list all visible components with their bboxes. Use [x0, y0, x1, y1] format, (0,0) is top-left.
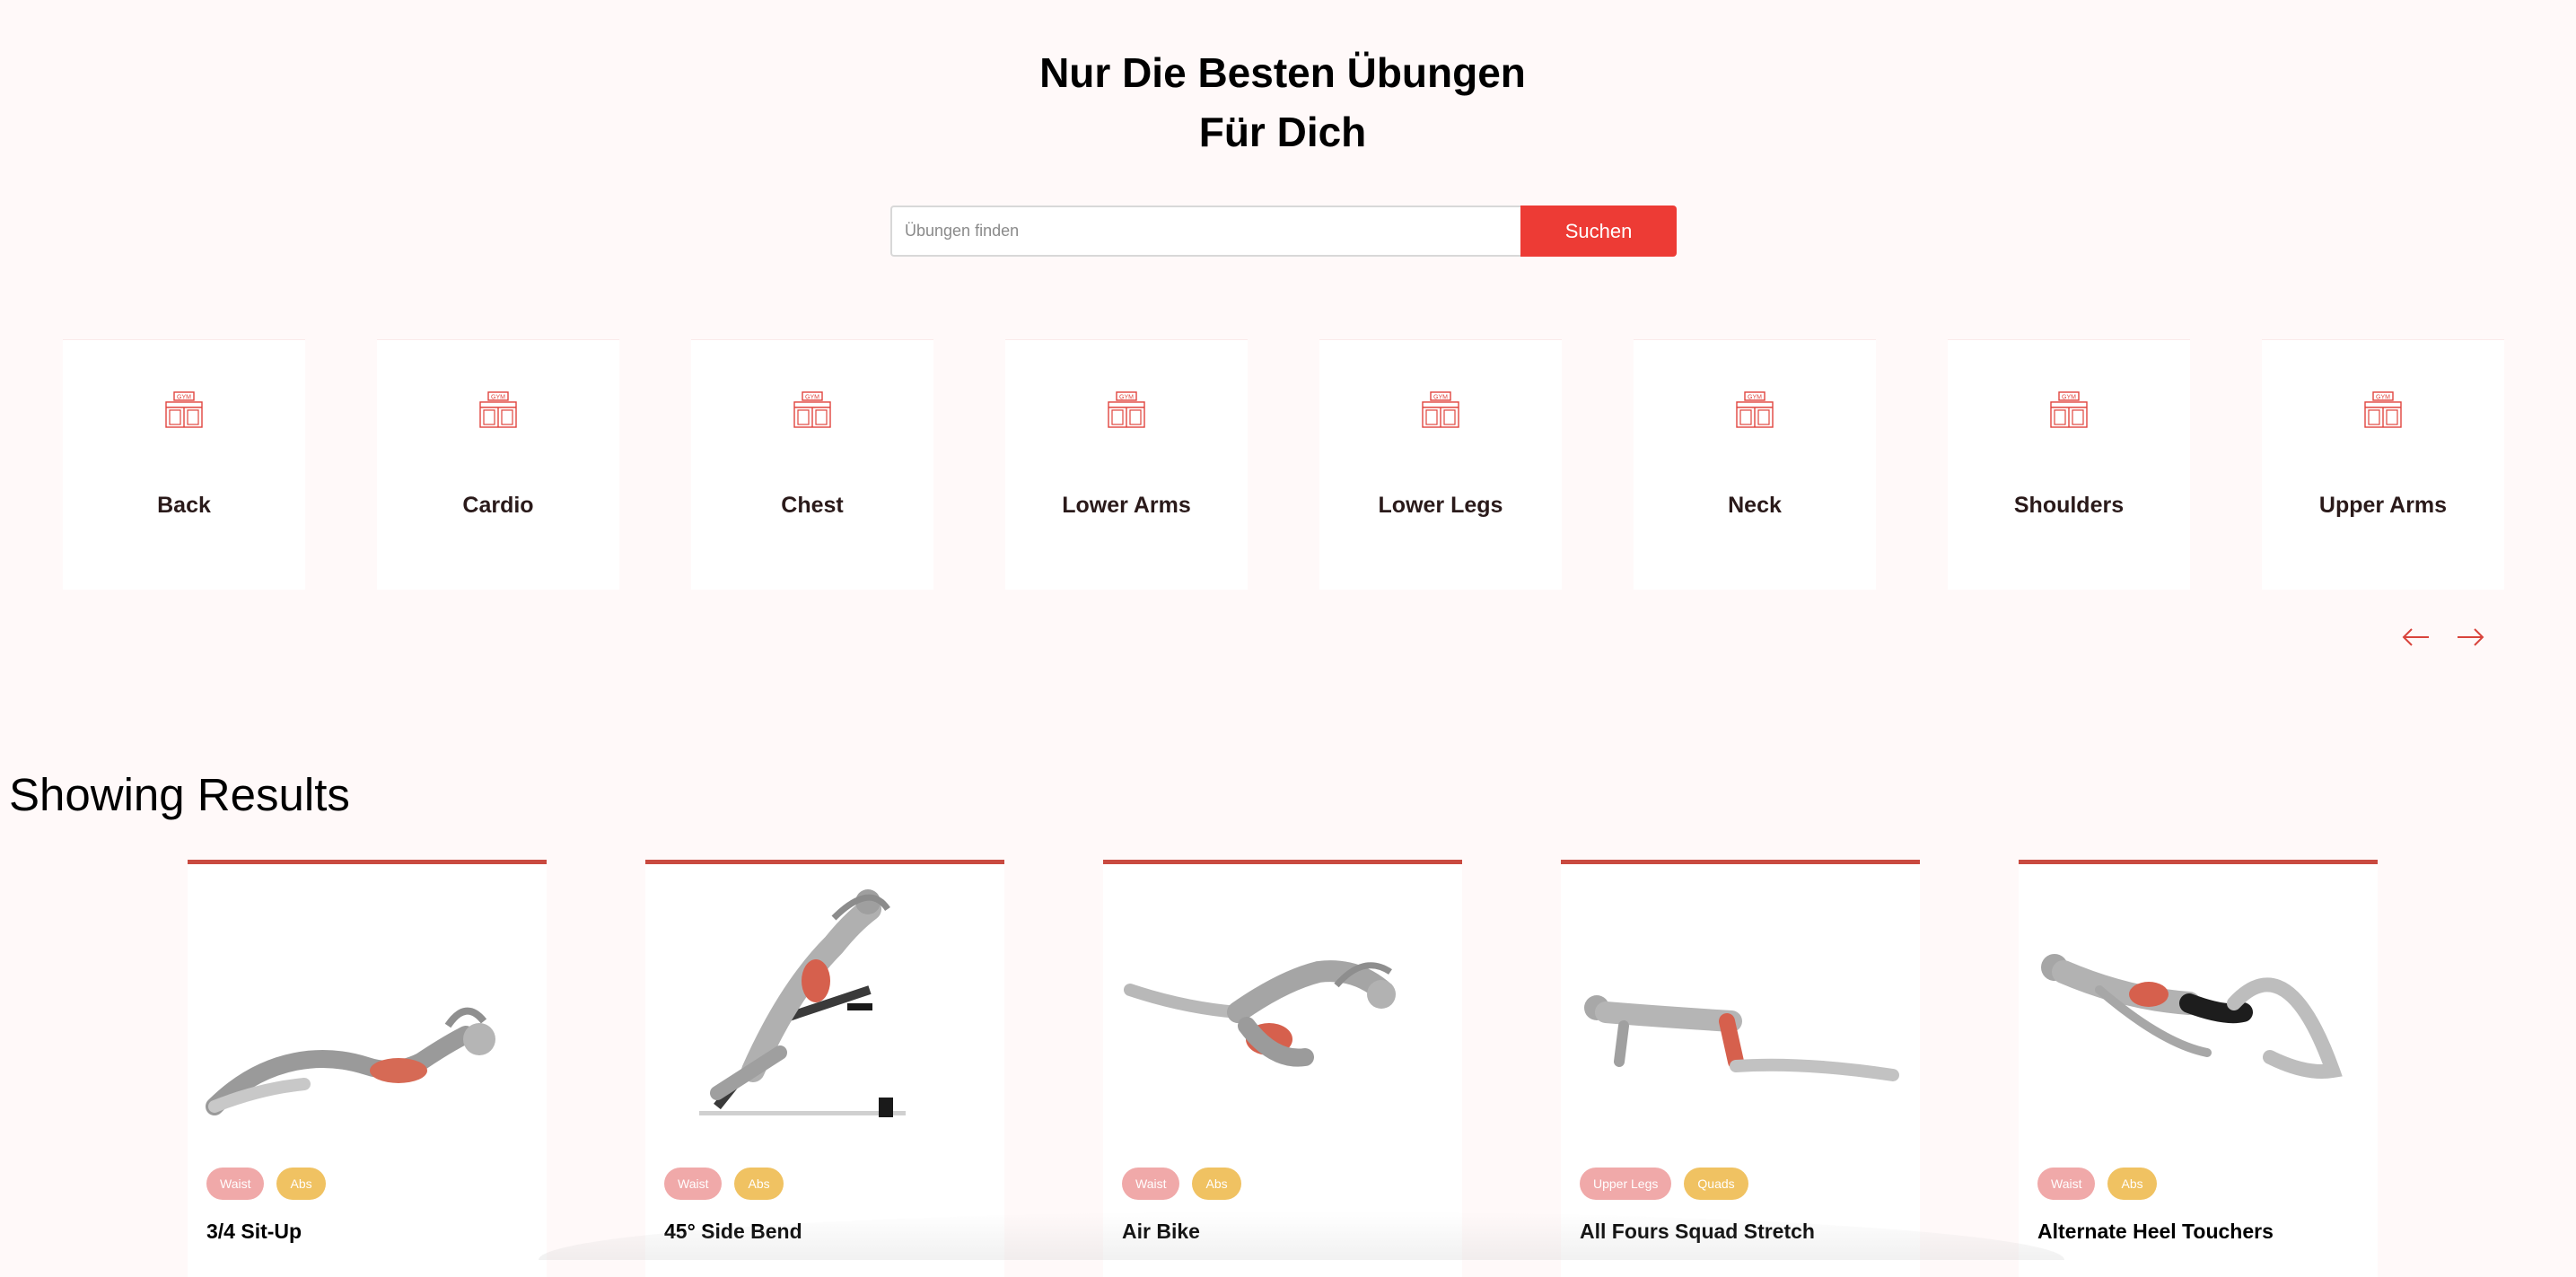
tag[interactable]: Waist	[206, 1168, 265, 1200]
tag[interactable]: Quads	[1684, 1168, 1748, 1200]
svg-text:GYM: GYM	[1433, 395, 1448, 401]
tag[interactable]: Waist	[1122, 1168, 1180, 1200]
tag[interactable]: Waist	[2037, 1168, 2096, 1200]
tag-list: Waist Abs	[664, 1168, 784, 1200]
svg-text:GYM: GYM	[2376, 395, 2390, 401]
category-label: Chest	[781, 493, 844, 518]
hero-title-line2: Für Dich	[1198, 109, 1367, 155]
results-list: Waist Abs 3/4 Sit-Up Waist Abs 45° Side …	[188, 860, 2378, 1277]
category-label: Back	[157, 493, 211, 518]
tag-list: Waist Abs	[206, 1168, 326, 1200]
category-card-lower-arms[interactable]: GYM Lower Arms	[1005, 339, 1248, 590]
tag-list: Waist Abs	[1122, 1168, 1241, 1200]
svg-text:GYM: GYM	[491, 395, 505, 401]
carousel-nav	[2400, 621, 2486, 653]
category-card-lower-legs[interactable]: GYM Lower Legs	[1319, 339, 1562, 590]
category-card-chest[interactable]: GYM Chest	[691, 339, 933, 590]
exercise-name: Air Bike	[1122, 1220, 1200, 1243]
category-label: Lower Legs	[1378, 493, 1503, 518]
category-label: Lower Arms	[1062, 493, 1191, 518]
gym-icon: GYM	[1736, 391, 1774, 428]
tag[interactable]: Abs	[2107, 1168, 2157, 1200]
exercise-name: All Fours Squad Stretch	[1580, 1220, 1815, 1243]
exercise-card[interactable]: Waist Abs 45° Side Bend	[645, 860, 1004, 1277]
category-label: Upper Arms	[2318, 493, 2448, 518]
exercise-image	[1584, 995, 1899, 1081]
exercise-image	[2041, 954, 2343, 1079]
exercise-card[interactable]: Waist Abs Air Bike	[1103, 860, 1462, 1277]
gym-icon: GYM	[1108, 391, 1145, 428]
gym-icon: GYM	[165, 391, 203, 428]
svg-text:GYM: GYM	[1119, 395, 1134, 401]
exercise-image	[206, 1007, 495, 1115]
exercise-name: 45° Side Bend	[664, 1220, 802, 1243]
category-card-upper-arms[interactable]: GYM Upper Arms	[2262, 339, 2504, 590]
arrow-left-icon[interactable]	[2400, 621, 2432, 653]
gym-icon: GYM	[1422, 391, 1459, 428]
tag-list: Upper Legs Quads	[1580, 1168, 1748, 1200]
exercise-name: 3/4 Sit-Up	[206, 1220, 302, 1243]
category-card-shoulders[interactable]: GYM Shoulders	[1948, 339, 2190, 590]
gym-icon: GYM	[2050, 391, 2088, 428]
search-input[interactable]	[890, 206, 1520, 257]
svg-text:GYM: GYM	[177, 395, 191, 401]
gym-icon: GYM	[793, 391, 831, 428]
category-label: Shoulders	[2013, 493, 2125, 518]
tag[interactable]: Abs	[734, 1168, 784, 1200]
search-button[interactable]: Suchen	[1520, 206, 1677, 257]
svg-text:GYM: GYM	[805, 395, 819, 401]
svg-text:GYM: GYM	[1748, 395, 1762, 401]
category-card-back[interactable]: GYM Back	[63, 339, 305, 590]
category-label: Neck	[1728, 493, 1782, 518]
category-card-neck[interactable]: GYM Neck	[1634, 339, 1876, 590]
exercise-card[interactable]: Upper Legs Quads All Fours Squad Stretch	[1561, 860, 1920, 1277]
search-bar: Suchen	[890, 206, 1677, 257]
tag-list: Waist Abs	[2037, 1168, 2157, 1200]
gym-icon: GYM	[2364, 391, 2402, 428]
results-title: Showing Results	[9, 769, 350, 820]
tag[interactable]: Abs	[1192, 1168, 1241, 1200]
tag[interactable]: Abs	[276, 1168, 326, 1200]
category-carousel: GYM Back GYM Cardio GYM Chest GYM Lower …	[63, 339, 2504, 590]
exercise-name: Alternate Heel Touchers	[2037, 1220, 2274, 1243]
category-label: Cardio	[462, 493, 534, 518]
exercise-image	[699, 889, 906, 1117]
svg-text:GYM: GYM	[2062, 395, 2076, 401]
exercise-image	[1124, 960, 1396, 1067]
hero-title-line1: Nur Die Besten Übungen	[1039, 49, 1526, 96]
exercise-card[interactable]: Waist Abs 3/4 Sit-Up	[188, 860, 547, 1277]
category-card-cardio[interactable]: GYM Cardio	[377, 339, 619, 590]
arrow-right-icon[interactable]	[2454, 621, 2486, 653]
tag[interactable]: Upper Legs	[1580, 1168, 1672, 1200]
exercise-card[interactable]: Waist Abs Alternate Heel Touchers	[2019, 860, 2378, 1277]
gym-icon: GYM	[479, 391, 517, 428]
tag[interactable]: Waist	[664, 1168, 723, 1200]
hero-title: Nur Die Besten Übungen Für Dich	[0, 43, 2565, 162]
